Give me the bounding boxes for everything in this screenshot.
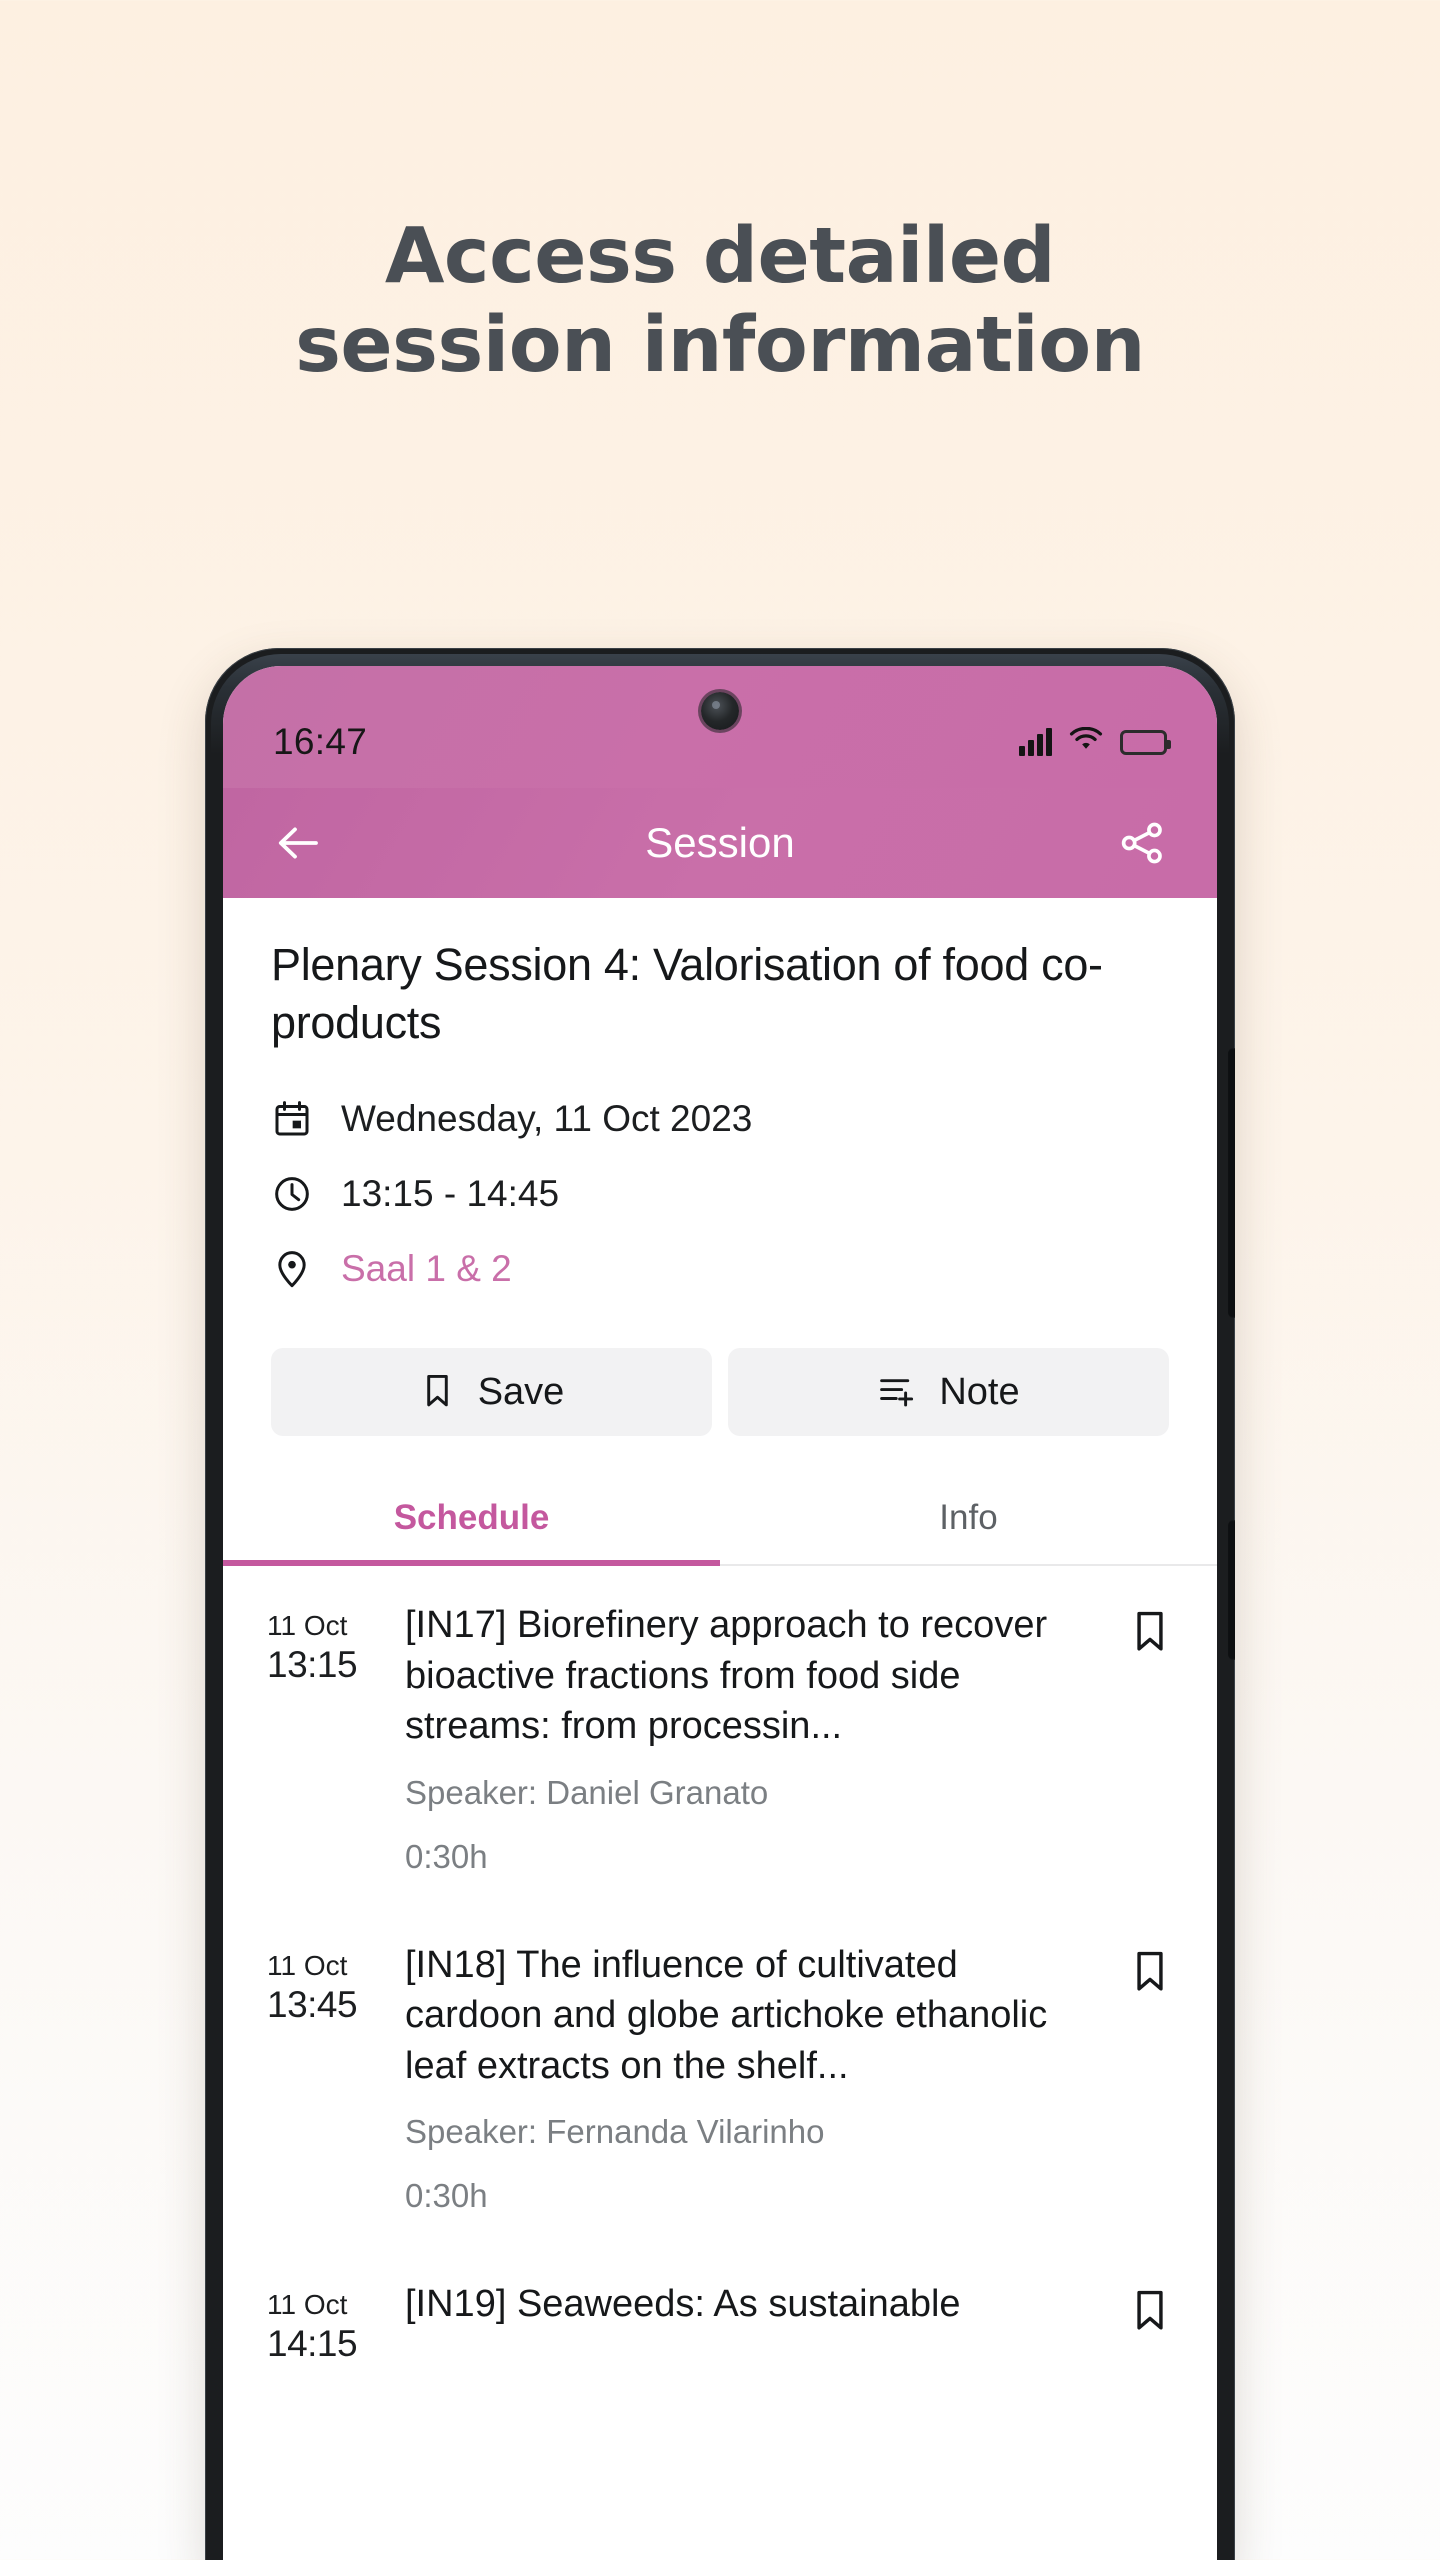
schedule-list-item[interactable]: 11 Oct 13:15 [IN17] Biorefinery approach… bbox=[223, 1566, 1217, 1906]
volume-button[interactable] bbox=[1228, 1048, 1235, 1318]
schedule-item-time-block: 11 Oct 14:15 bbox=[267, 2279, 385, 2366]
bookmark-outline-icon[interactable] bbox=[1121, 1940, 1173, 2216]
schedule-item-date: 11 Oct bbox=[267, 1610, 348, 1642]
bookmark-outline-icon[interactable] bbox=[1121, 2279, 1173, 2366]
status-bar-clock: 16:47 bbox=[273, 721, 368, 762]
session-date-row: Wednesday, 11 Oct 2023 bbox=[271, 1081, 1169, 1156]
bookmark-icon bbox=[419, 1372, 456, 1412]
session-time-row: 13:15 - 14:45 bbox=[271, 1156, 1169, 1231]
power-button[interactable] bbox=[1228, 1520, 1235, 1660]
schedule-item-title: [IN19] Seaweeds: As sustainable bbox=[405, 2283, 961, 2326]
session-location-row[interactable]: Saal 1 & 2 bbox=[271, 1231, 1169, 1306]
tab-schedule[interactable]: Schedule bbox=[223, 1474, 720, 1567]
app-bar-title: Session bbox=[645, 819, 795, 866]
schedule-item-body: [IN17] Biorefinery approach to recover b… bbox=[405, 1600, 1101, 1876]
note-button[interactable]: Note bbox=[728, 1348, 1169, 1437]
session-meta-list: Wednesday, 11 Oct 2023 13:15 - 14:45 Saa… bbox=[223, 1051, 1217, 1306]
tab-info[interactable]: Info bbox=[720, 1474, 1217, 1564]
bookmark-outline-icon[interactable] bbox=[1121, 1600, 1173, 1876]
app-bar: Session bbox=[223, 788, 1217, 898]
status-bar: 16:47 bbox=[223, 666, 1217, 788]
schedule-item-title: [IN18] The influence of cultivated cardo… bbox=[405, 1943, 1048, 2087]
schedule-item-duration: 0:30h bbox=[405, 2177, 488, 2215]
location-pin-icon bbox=[271, 1248, 313, 1290]
schedule-item-date: 11 Oct bbox=[267, 1949, 348, 1981]
schedule-item-body: [IN19] Seaweeds: As sustainable bbox=[405, 2279, 1101, 2366]
back-arrow-icon[interactable] bbox=[267, 812, 329, 874]
schedule-item-date: 11 Oct bbox=[267, 2289, 348, 2321]
session-time-text: 13:15 - 14:45 bbox=[341, 1172, 560, 1214]
front-camera-punch-hole bbox=[701, 692, 739, 730]
session-location-text[interactable]: Saal 1 & 2 bbox=[341, 1248, 512, 1290]
schedule-item-time-block: 11 Oct 13:45 bbox=[267, 1940, 385, 2216]
session-tabs: Schedule Info bbox=[223, 1474, 1217, 1567]
battery-icon bbox=[1120, 729, 1171, 755]
session-title: Plenary Session 4: Valorisation of food … bbox=[271, 939, 1103, 1048]
session-detail-content: Plenary Session 4: Valorisation of food … bbox=[223, 898, 1217, 2397]
schedule-list-item[interactable]: 11 Oct 14:15 [IN19] Seaweeds: As sustain… bbox=[223, 2245, 1217, 2396]
save-button-label: Save bbox=[477, 1370, 565, 1413]
schedule-item-start-time: 13:15 bbox=[267, 1644, 358, 1686]
wifi-icon bbox=[1069, 726, 1103, 758]
note-add-icon bbox=[877, 1372, 917, 1412]
schedule-item-speaker: Speaker: Daniel Granato bbox=[405, 1773, 769, 1811]
schedule-item-start-time: 13:45 bbox=[267, 1983, 358, 2025]
clock-icon bbox=[271, 1173, 313, 1215]
promo-heading-line-1: Access detailed bbox=[384, 212, 1056, 301]
schedule-item-speaker: Speaker: Fernanda Vilarinho bbox=[405, 2113, 825, 2151]
schedule-item-time-block: 11 Oct 13:15 bbox=[267, 1600, 385, 1876]
share-icon[interactable] bbox=[1111, 812, 1173, 874]
save-button[interactable]: Save bbox=[271, 1348, 712, 1437]
signal-bars-icon bbox=[1019, 728, 1052, 756]
session-date-text: Wednesday, 11 Oct 2023 bbox=[341, 1097, 753, 1139]
phone-mockup-frame: 16:47 Session Plenary Session 4: Valoris… bbox=[205, 648, 1235, 2560]
schedule-list: 11 Oct 13:15 [IN17] Biorefinery approach… bbox=[223, 1566, 1217, 2397]
promo-heading-line-2: session information bbox=[295, 301, 1145, 391]
session-action-bar: Save Note bbox=[223, 1306, 1217, 1437]
promo-heading: Access detailed session information bbox=[0, 212, 1440, 391]
status-bar-indicators bbox=[1019, 726, 1171, 758]
note-button-label: Note bbox=[939, 1370, 1020, 1413]
schedule-item-body: [IN18] The influence of cultivated cardo… bbox=[405, 1940, 1101, 2216]
phone-screen: 16:47 Session Plenary Session 4: Valoris… bbox=[223, 666, 1217, 2560]
schedule-item-duration: 0:30h bbox=[405, 1837, 488, 1875]
schedule-item-start-time: 14:15 bbox=[267, 2323, 358, 2365]
schedule-list-item[interactable]: 11 Oct 13:45 [IN18] The influence of cul… bbox=[223, 1906, 1217, 2246]
schedule-item-title: [IN17] Biorefinery approach to recover b… bbox=[405, 1604, 1048, 1748]
calendar-icon bbox=[271, 1098, 313, 1140]
